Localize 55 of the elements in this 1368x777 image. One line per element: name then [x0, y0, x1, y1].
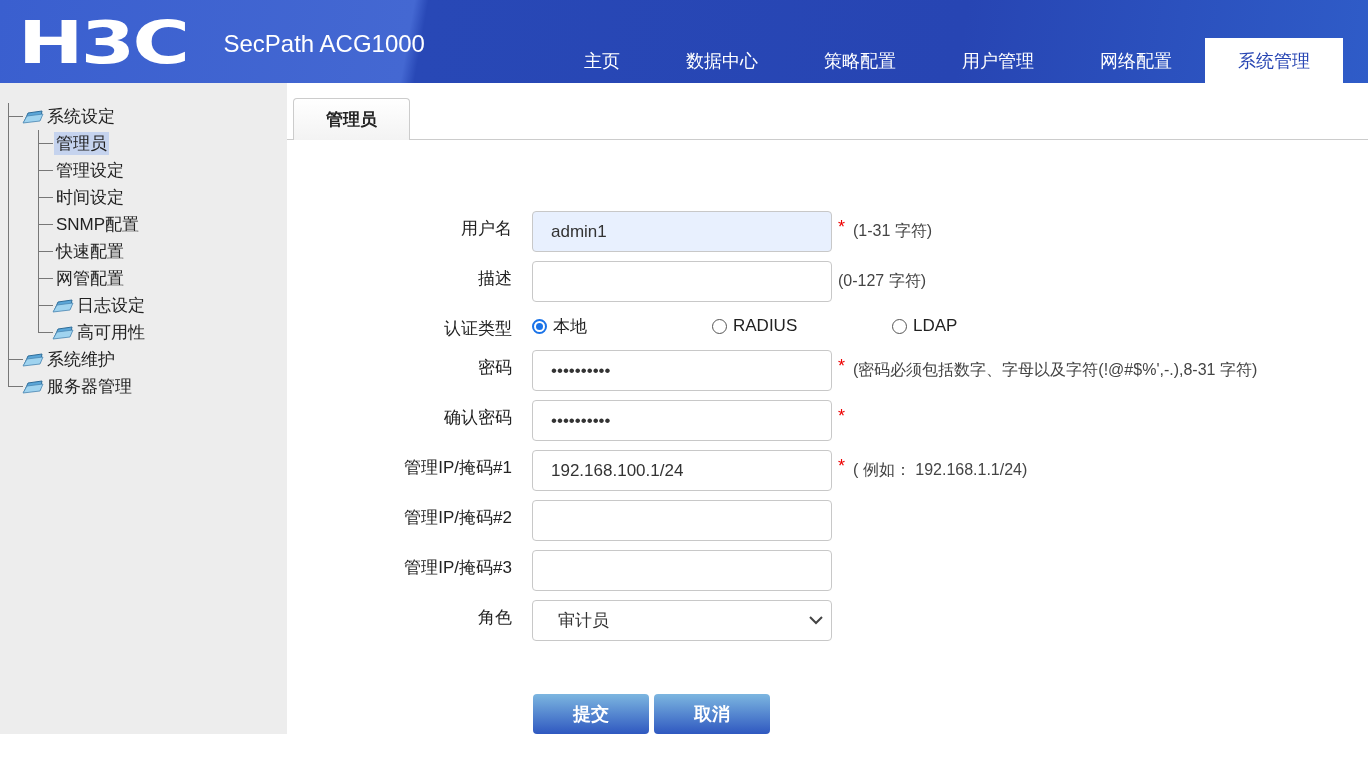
field-hint: (密码必须包括数字、字母以及字符(!@#$%',-.),8-31 字符) [853, 360, 1258, 380]
folder-icon [22, 352, 44, 367]
tree-item[interactable]: 管理员 [54, 132, 109, 155]
tree-item[interactable]: 网管配置 [54, 267, 126, 290]
nav-tab[interactable]: 用户管理 [929, 38, 1067, 83]
form-button[interactable]: 提交 [533, 694, 649, 734]
input-field[interactable] [532, 261, 832, 302]
role-dropdown[interactable]: 审计员 [532, 600, 832, 641]
input-field[interactable] [532, 500, 832, 541]
field-label: 管理IP/掩码#1 [403, 457, 512, 479]
field-label: 角色 [477, 607, 512, 629]
folder-icon [52, 298, 74, 313]
field-hint: (0-127 字符) [838, 271, 927, 291]
field-label: 认证类型 [443, 318, 512, 340]
input-field[interactable]: •••••••••• [532, 350, 832, 391]
nav-tab[interactable]: 主页 [551, 38, 653, 83]
field-label: 管理IP/掩码#3 [403, 557, 512, 579]
field-label: 描述 [477, 268, 512, 290]
field-label: 确认密码 [443, 407, 512, 429]
tree-item[interactable]: 系统维护 [45, 348, 117, 371]
required-mark: * [838, 356, 845, 377]
product-name: SecPath ACG1000 [223, 30, 425, 58]
folder-icon [22, 379, 44, 394]
tree-item[interactable]: 日志设定 [75, 294, 147, 317]
required-mark: * [838, 406, 845, 427]
tree-item[interactable]: SNMP配置 [54, 213, 142, 236]
folder-icon [22, 109, 44, 124]
radio-option[interactable]: LDAP [892, 316, 1072, 336]
nav-tab[interactable]: 数据中心 [653, 38, 791, 83]
input-field[interactable]: admin1 [532, 211, 832, 252]
field-label: 密码 [477, 357, 512, 379]
tree-item[interactable]: 高可用性 [75, 321, 147, 344]
nav-tab[interactable]: 策略配置 [791, 38, 929, 83]
page-tab[interactable]: 管理员 [293, 98, 410, 140]
radio-option[interactable]: 本地 [532, 314, 712, 338]
field-hint: ( 例如： 192.168.1.1/24) [853, 460, 1028, 480]
nav-tab[interactable]: 系统管理 [1205, 38, 1343, 83]
radio-option[interactable]: RADIUS [712, 316, 892, 336]
input-field[interactable] [532, 550, 832, 591]
field-label: 用户名 [460, 218, 512, 240]
field-hint: (1-31 字符) [853, 221, 933, 241]
tree-item[interactable]: 服务器管理 [45, 375, 134, 398]
field-label: 管理IP/掩码#2 [403, 507, 512, 529]
required-mark: * [838, 456, 845, 477]
tree-item[interactable]: 系统设定 [45, 105, 117, 128]
tree-item[interactable]: 快速配置 [54, 240, 126, 263]
input-field[interactable]: •••••••••• [532, 400, 832, 441]
chevron-down-icon [809, 616, 823, 625]
nav-tab[interactable]: 网络配置 [1067, 38, 1205, 83]
tree-item[interactable]: 时间设定 [54, 186, 126, 209]
folder-icon [52, 325, 74, 340]
tree-item[interactable]: 管理设定 [54, 159, 126, 182]
form-button[interactable]: 取消 [654, 694, 770, 734]
required-mark: * [838, 217, 845, 238]
input-field[interactable]: 192.168.100.1/24 [532, 450, 832, 491]
